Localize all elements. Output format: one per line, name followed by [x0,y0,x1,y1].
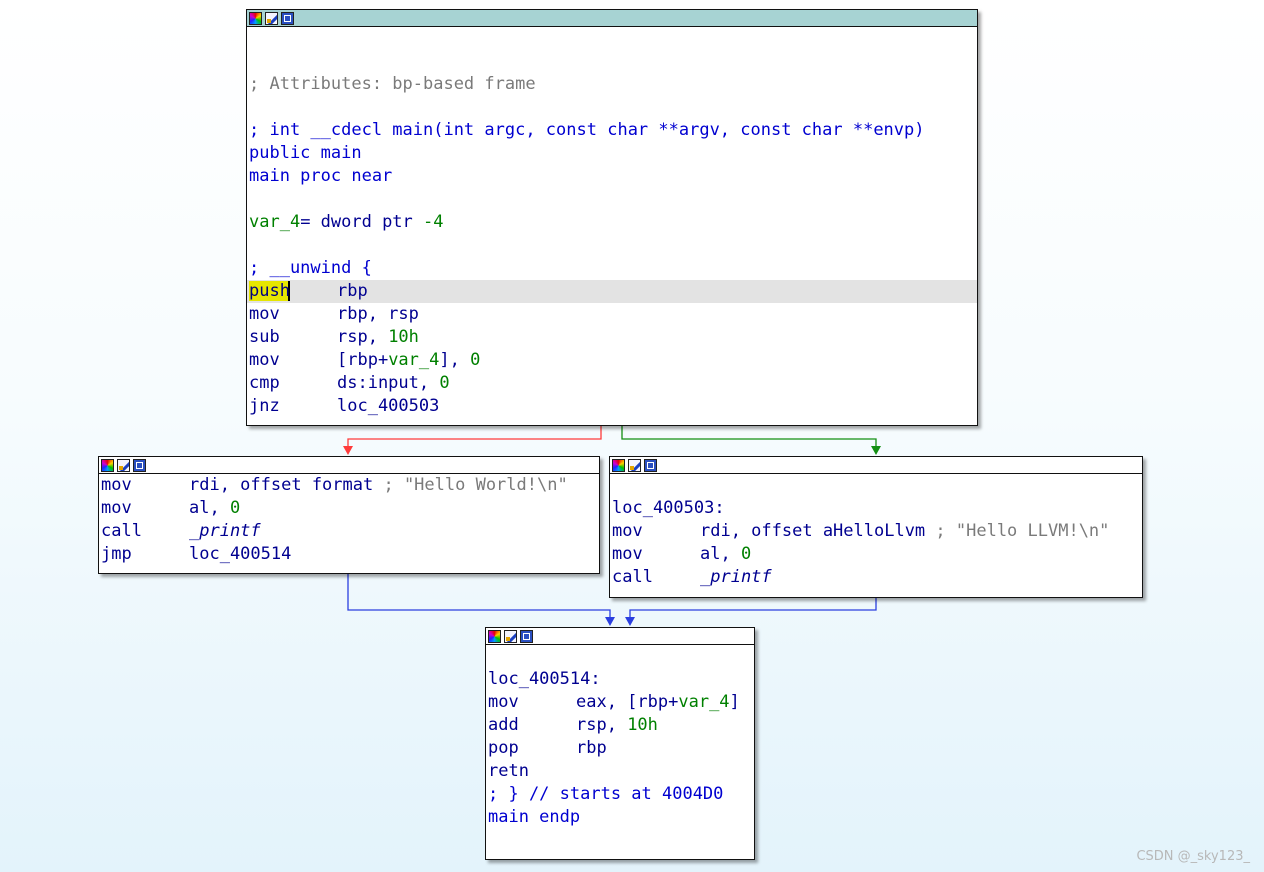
node-titlebar [486,628,754,645]
graph-node-hello-world[interactable]: mov rdi, offset format ; "Hello World!\n"… [98,456,600,574]
watermark: CSDN @_sky123_ [1136,849,1250,864]
node-titlebar [610,457,1142,474]
unwind-end-comment: ; } // starts at 4004D0 [488,784,724,804]
graph-node-hello-llvm[interactable]: loc_400503: mov rdi, offset aHelloLlvm ; … [609,456,1143,598]
call-target-link[interactable]: _printf [700,567,772,587]
location-label[interactable]: loc_400514: [488,668,754,691]
graph-node-exit[interactable]: loc_400514: mov eax, [rbp+var_4] add rsp, … [485,627,755,860]
instruction-line-selected[interactable]: push rbp [247,280,977,303]
branch-target-link[interactable]: loc_400514 [189,544,291,564]
attributes-comment: ; Attributes: bp-based frame [249,74,536,94]
graph-overview-icon[interactable] [644,458,657,472]
node-titlebar [247,10,977,27]
instruction-line[interactable]: mov rdi, offset aHelloLlvm ; "Hello LLVM!… [612,520,1142,543]
color-palette-icon[interactable] [101,458,114,472]
edge-jnz-true-arrow [871,446,881,455]
function-signature: ; int __cdecl main(int argc, const char … [249,120,925,140]
local-var-definition[interactable]: var_4= dword ptr -4 [249,211,977,234]
instruction-line[interactable]: add rsp, 10h [488,714,754,737]
edit-node-icon[interactable] [265,11,278,25]
location-label[interactable]: loc_400503: [612,497,1142,520]
color-palette-icon[interactable] [488,629,501,643]
graph-overview-icon[interactable] [133,458,146,472]
call-target-link[interactable]: _printf [189,521,261,541]
graph-overview-icon[interactable] [281,11,294,25]
edit-node-icon[interactable] [504,629,517,643]
instruction-line[interactable]: mov [rbp+var_4], 0 [249,349,977,372]
instruction-line[interactable]: mov al, 0 [612,543,1142,566]
edge-jnz-true [621,425,877,450]
node-disassembly: ; Attributes: bp-based frame ; int __cde… [247,27,977,418]
edit-node-icon[interactable] [117,458,130,472]
edge-hello-llvm-to-exit-arrow [625,617,635,626]
instruction-line[interactable]: sub rsp, 10h [249,326,977,349]
instruction-line[interactable]: mov al, 0 [101,497,599,520]
endp-directive: main endp [488,807,581,827]
cursor-highlight[interactable]: push [249,281,290,301]
instruction-line[interactable]: jmp loc_400514 [101,543,599,566]
instruction-line[interactable]: mov rdi, offset format ; "Hello World!\n" [101,474,599,497]
edge-hello-world-to-exit [347,573,611,621]
branch-target-link[interactable]: loc_400503 [337,396,439,416]
public-directive: public main [249,143,362,163]
edit-node-icon[interactable] [628,458,641,472]
instruction-line[interactable]: retn [488,760,754,783]
instruction-line[interactable]: mov eax, [rbp+var_4] [488,691,754,714]
instruction-line[interactable]: jnz loc_400503 [249,395,977,418]
node-disassembly: loc_400514: mov eax, [rbp+var_4] add rsp, … [486,645,754,829]
graph-node-main[interactable]: ; Attributes: bp-based frame ; int __cde… [246,9,978,426]
instruction-line[interactable]: cmp ds:input, 0 [249,372,977,395]
graph-overview-icon[interactable] [520,629,533,643]
edge-hello-world-to-exit-arrow [605,617,615,626]
edge-hello-llvm-to-exit [629,597,877,621]
unwind-comment: ; __unwind { [249,258,372,278]
instruction-line[interactable]: pop rbp [488,737,754,760]
color-palette-icon[interactable] [249,11,262,25]
instruction-line[interactable]: call _printf [101,520,599,543]
instruction-line[interactable]: call _printf [612,566,1142,589]
proc-directive: main proc near [249,166,393,186]
edge-jnz-false [347,425,602,450]
node-titlebar [99,457,599,474]
node-disassembly: mov rdi, offset format ; "Hello World!\n"… [99,474,599,566]
color-palette-icon[interactable] [612,458,625,472]
edge-jnz-false-arrow [343,446,353,455]
instruction-line[interactable]: mov rbp, rsp [249,303,977,326]
node-disassembly: loc_400503: mov rdi, offset aHelloLlvm ; … [610,474,1142,589]
